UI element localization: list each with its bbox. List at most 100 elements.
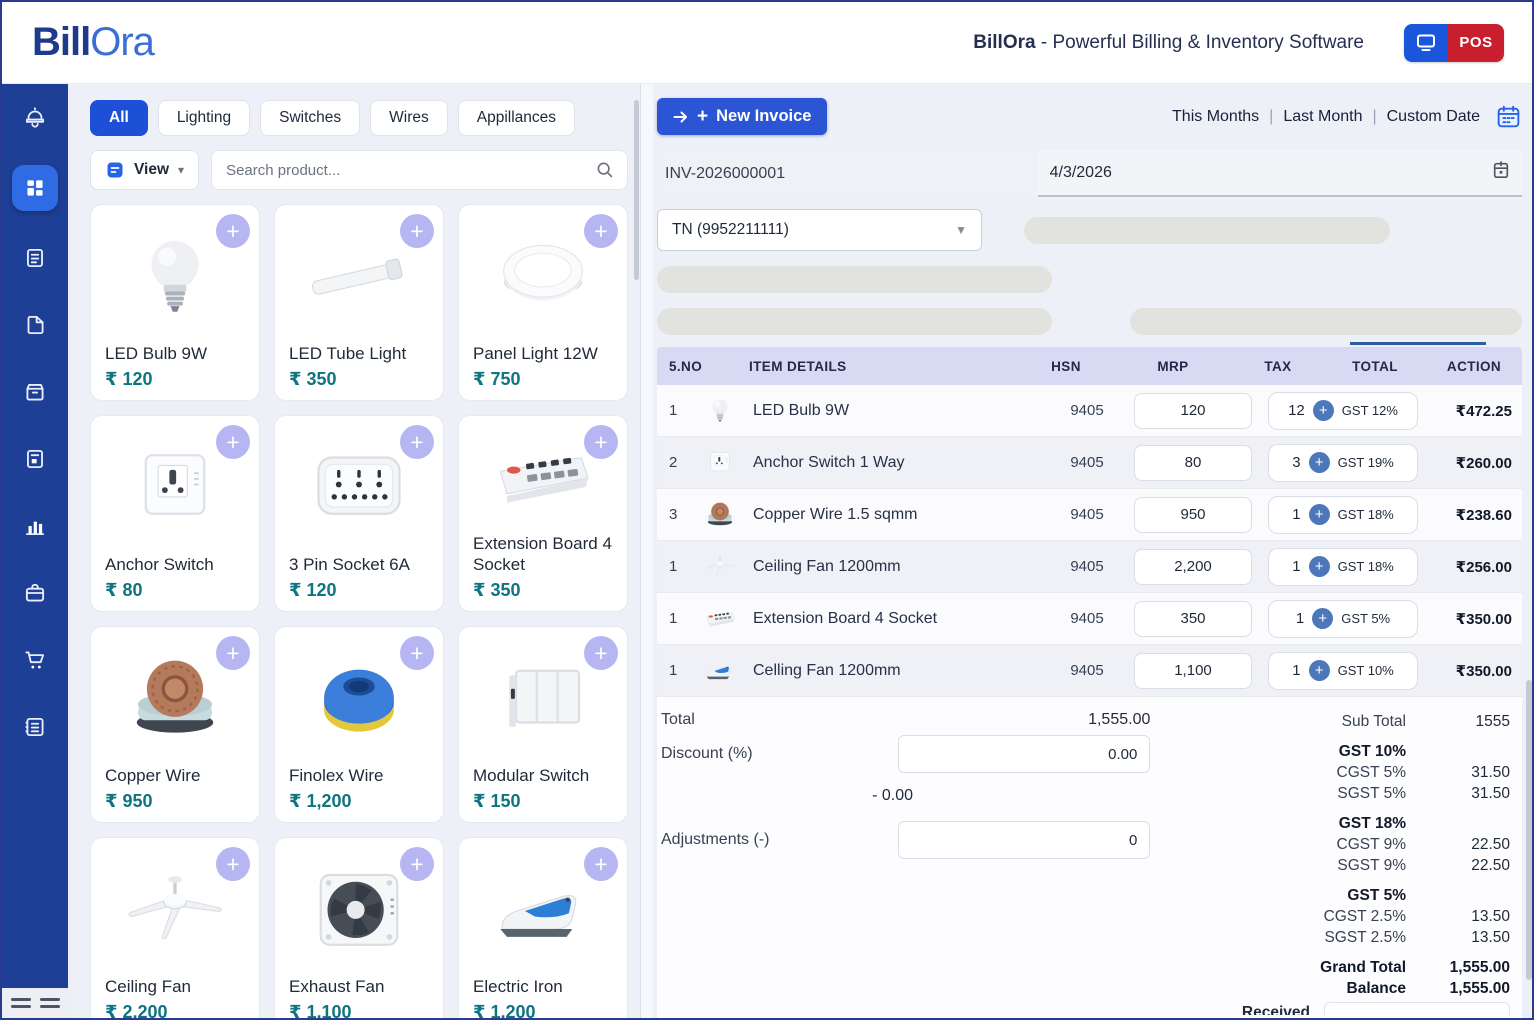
category-tab[interactable]: Appillances <box>458 100 575 136</box>
sidebar-item-analytics[interactable] <box>12 506 58 546</box>
mrp-input[interactable] <box>1134 393 1252 429</box>
category-tab[interactable]: All <box>90 100 148 136</box>
menu-expand-icon[interactable] <box>40 998 60 1008</box>
filter-this-month[interactable]: This Months <box>1172 108 1259 126</box>
product-thumbnail-icon <box>703 552 737 582</box>
sidebar-item-contacts[interactable] <box>12 707 58 747</box>
sidebar-item-invoices[interactable] <box>12 238 58 278</box>
row-hsn-code: 9405 <box>1046 402 1128 419</box>
mrp-input[interactable] <box>1134 497 1252 533</box>
sidebar-item-business[interactable] <box>12 573 58 613</box>
table-header-cell: TAX <box>1232 359 1324 374</box>
product-card[interactable]: + Exhaust Fan ₹ 1,100 <box>274 837 444 1018</box>
table-row[interactable]: 2 Anchor Switch 1 Way 9405 3 + GST 19% ₹… <box>657 437 1522 489</box>
tax-summary-label: Sub Total <box>1150 712 1406 732</box>
table-row[interactable]: 1 Ceiling Fan 1200mm 9405 1 + GST 18% ₹2… <box>657 541 1522 593</box>
add-product-button[interactable]: + <box>216 425 250 459</box>
sidebar-item-inventory[interactable] <box>12 372 58 412</box>
category-tab[interactable]: Wires <box>370 100 448 136</box>
view-dropdown[interactable]: View ▾ <box>90 150 199 190</box>
mrp-input[interactable] <box>1134 601 1252 637</box>
sidebar-item-notifications[interactable] <box>12 98 58 138</box>
product-card[interactable]: + Copper Wire ₹ 950 <box>90 626 260 823</box>
received-input[interactable] <box>1324 1002 1510 1015</box>
scroll-indicator-line <box>1350 342 1486 345</box>
add-product-button[interactable]: + <box>584 214 618 248</box>
sidebar-item-reports[interactable] <box>12 439 58 479</box>
search-icon[interactable] <box>595 160 615 180</box>
monitor-icon[interactable] <box>1404 24 1448 62</box>
customer-select[interactable]: TN (9952211111) ▼ <box>657 209 982 251</box>
add-product-button[interactable]: + <box>216 847 250 881</box>
product-card[interactable]: + Ceiling Fan ₹ 2,200 <box>90 837 260 1018</box>
row-serial-number: 1 <box>669 662 703 679</box>
date-calendar-icon[interactable] <box>1492 160 1510 185</box>
pos-mode-toggle[interactable]: POS <box>1404 24 1504 62</box>
add-product-button[interactable]: + <box>400 847 434 881</box>
product-illustration <box>121 655 229 745</box>
mrp-input[interactable] <box>1134 549 1252 585</box>
add-product-button[interactable]: + <box>400 636 434 670</box>
filter-last-month[interactable]: Last Month <box>1283 108 1362 126</box>
increase-quantity-button[interactable]: + <box>1313 400 1334 421</box>
sidebar-item-files[interactable] <box>12 305 58 345</box>
row-tax-cell: 1 + GST 10% <box>1268 652 1418 690</box>
app-window: BillOra BillOra - Powerful Billing & Inv… <box>0 0 1534 1020</box>
increase-quantity-button[interactable]: + <box>1309 556 1330 577</box>
increase-quantity-button[interactable]: + <box>1309 660 1330 681</box>
tax-summary-label: Grand Total <box>1150 958 1406 978</box>
adjustments-input[interactable] <box>898 821 1150 859</box>
add-product-button[interactable]: + <box>584 425 618 459</box>
add-product-button[interactable]: + <box>216 636 250 670</box>
increase-quantity-button[interactable]: + <box>1312 608 1333 629</box>
product-card[interactable]: + Panel Light 12W ₹ 750 <box>458 204 628 401</box>
table-header-cell: ACTION <box>1426 359 1522 374</box>
table-header-cell: TOTAL <box>1324 359 1426 374</box>
product-price: ₹ 120 <box>289 580 429 601</box>
increase-quantity-button[interactable]: + <box>1309 504 1330 525</box>
menu-collapse-icon[interactable] <box>11 998 31 1008</box>
product-card[interactable]: + Modular Switch ₹ 150 <box>458 626 628 823</box>
discount-input[interactable] <box>898 735 1150 773</box>
search-input[interactable] <box>224 161 595 180</box>
sidebar-item-dashboard[interactable] <box>12 165 58 211</box>
new-invoice-button[interactable]: + New Invoice <box>657 98 827 135</box>
product-price: ₹ 1,100 <box>289 1002 429 1018</box>
add-product-button[interactable]: + <box>400 214 434 248</box>
add-product-button[interactable]: + <box>400 425 434 459</box>
pos-button[interactable]: POS <box>1448 24 1504 62</box>
product-card[interactable]: + LED Tube Light ₹ 350 <box>274 204 444 401</box>
tax-summary-rows: Sub Total 1555 GST 10% CGST 5 <box>1150 712 1510 999</box>
table-row[interactable]: 3 Copper Wire 1.5 sqmm 9405 1 + GST 18% … <box>657 489 1522 541</box>
filter-custom-date[interactable]: Custom Date <box>1387 108 1480 126</box>
product-card[interactable]: + Extension Board 4 Socket ₹ 350 <box>458 415 628 612</box>
skeleton-placeholder <box>1130 308 1522 335</box>
add-product-button[interactable]: + <box>584 636 618 670</box>
product-card[interactable]: + Finolex Wire ₹ 1,200 <box>274 626 444 823</box>
sidebar-icon <box>22 175 48 201</box>
category-tab[interactable]: Lighting <box>158 100 250 136</box>
table-row[interactable]: 1 Celling Fan 1200mm 9405 1 + GST 10% ₹3… <box>657 645 1522 697</box>
table-row[interactable]: 1 LED Bulb 9W 9405 12 + GST 12% ₹472.25 <box>657 385 1522 437</box>
calendar-button[interactable] <box>1494 103 1522 131</box>
add-product-button[interactable]: + <box>584 847 618 881</box>
table-header-cell: MRP <box>1114 359 1232 374</box>
mrp-input[interactable] <box>1134 445 1252 481</box>
product-card[interactable]: + 3 Pin Socket 6A ₹ 120 <box>274 415 444 612</box>
invoice-date-field[interactable]: 4/3/2026 <box>1038 150 1522 197</box>
sidebar-item-purchases[interactable] <box>12 640 58 680</box>
row-hsn-code: 9405 <box>1046 558 1128 575</box>
product-card[interactable]: + Anchor Switch ₹ 80 <box>90 415 260 612</box>
table-row[interactable]: 1 Extension Board 4 Socket 9405 1 + GST … <box>657 593 1522 645</box>
quantity-value: 1 <box>1292 558 1300 575</box>
product-card[interactable]: + LED Bulb 9W ₹ 120 <box>90 204 260 401</box>
increase-quantity-button[interactable]: + <box>1309 452 1330 473</box>
category-tab[interactable]: Switches <box>260 100 360 136</box>
mrp-input[interactable] <box>1134 653 1252 689</box>
catalog-scrollbar[interactable] <box>634 100 639 280</box>
tax-summary-value: 13.50 <box>1406 928 1510 948</box>
add-product-button[interactable]: + <box>216 214 250 248</box>
invoice-scrollbar[interactable] <box>1526 680 1532 980</box>
product-card[interactable]: + Electric Iron ₹ 1,200 <box>458 837 628 1018</box>
tax-summary-label: CGST 2.5% <box>1150 907 1406 927</box>
